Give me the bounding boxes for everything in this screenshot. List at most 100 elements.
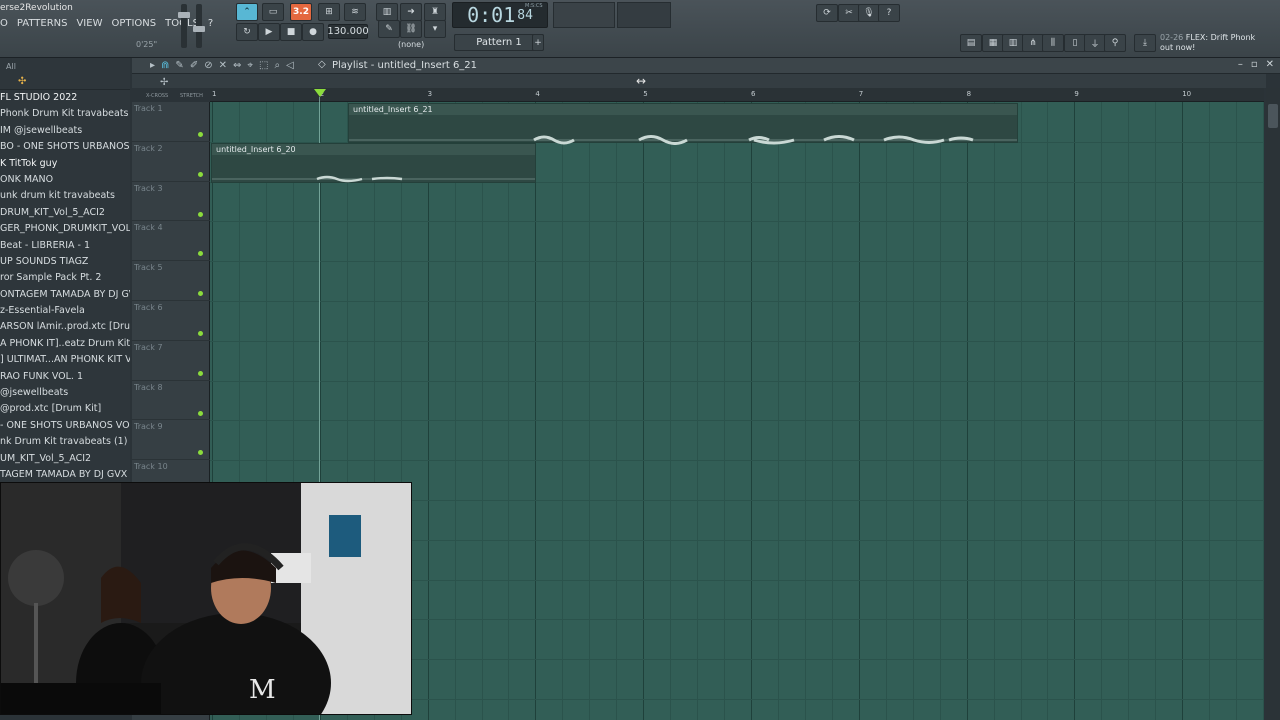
browser-item[interactable]: unk drum kit travabeats bbox=[0, 188, 130, 204]
browser-arrow-icon[interactable]: ✣ bbox=[18, 76, 26, 87]
browser-item[interactable]: @prod.xtc [Drum Kit] bbox=[0, 401, 130, 417]
play-button[interactable]: ▶ bbox=[258, 23, 280, 41]
download-icon[interactable]: ⤓ bbox=[1134, 34, 1156, 52]
mixer-icon[interactable]: ⫼ bbox=[1042, 34, 1064, 52]
maximize-icon[interactable]: ▫ bbox=[1251, 59, 1258, 70]
record-button[interactable]: ● bbox=[302, 23, 324, 41]
timeline-ruler[interactable]: 1 2 3 4 5 6 7 8 9 10 bbox=[210, 88, 1264, 102]
track-header[interactable]: Track 8 bbox=[132, 381, 210, 421]
channel-rack-icon[interactable]: ▦ bbox=[982, 34, 1004, 52]
browser-item[interactable]: z-Essential-Favela bbox=[0, 303, 130, 319]
track-enable-led[interactable] bbox=[198, 410, 203, 416]
browser-item[interactable]: Phonk Drum Kit travabeats (1) bbox=[0, 106, 130, 122]
close-icon[interactable]: ✕ bbox=[1266, 59, 1274, 70]
slip-icon[interactable]: ⇔ bbox=[233, 60, 241, 71]
browser-item[interactable]: nk Drum Kit travabeats (1) bbox=[0, 434, 130, 450]
track-enable-led[interactable] bbox=[198, 211, 203, 217]
piano-keys-icon[interactable]: ▥ bbox=[376, 3, 398, 21]
loop-record-icon[interactable]: ↻ bbox=[236, 23, 258, 41]
slice-icon[interactable]: ⌖ bbox=[247, 60, 253, 71]
cut-tool-icon[interactable]: ✂ bbox=[838, 4, 860, 22]
link-icon[interactable]: ⛓ bbox=[400, 20, 422, 38]
typing-keyboard-icon[interactable]: ≋ bbox=[344, 3, 366, 21]
browser-item[interactable]: ONTAGEM TAMADA BY DJ GVX bbox=[0, 287, 130, 303]
menu-item-help[interactable]: ? bbox=[208, 18, 213, 29]
menu-item-file[interactable]: O bbox=[0, 18, 8, 29]
piano-roll-icon[interactable]: ▥ bbox=[1002, 34, 1024, 52]
browser-item[interactable]: ] ULTIMAT...AN PHONK KIT VOL. 3 bbox=[0, 352, 130, 368]
step-edit-icon[interactable]: ➜ bbox=[400, 3, 422, 21]
pattern-song-mode-icon[interactable]: ⌃ bbox=[236, 3, 258, 21]
browser-item[interactable]: UP SOUNDS TIAGZ bbox=[0, 254, 130, 270]
track-enable-led[interactable] bbox=[198, 370, 203, 376]
browser-filter[interactable]: All bbox=[6, 62, 16, 71]
help-icon[interactable]: ? bbox=[878, 4, 900, 22]
browser-item[interactable]: A PHONK IT]..eatz Drum Kit vol 1 bbox=[0, 336, 130, 352]
mute-icon[interactable]: ✕ bbox=[219, 60, 227, 71]
track-enable-led[interactable] bbox=[198, 132, 203, 137]
undo-history-icon[interactable]: ⟳ bbox=[816, 4, 838, 22]
scrollbar-thumb[interactable] bbox=[1268, 104, 1278, 128]
browser-item[interactable]: Beat - LIBRERIA - 1 bbox=[0, 238, 130, 254]
pattern-add-icon[interactable]: + bbox=[532, 34, 544, 51]
browser-item[interactable]: ror Sample Pack Pt. 2 bbox=[0, 270, 130, 286]
browser-item[interactable]: DRUM_KIT_Vol_5_ACI2 bbox=[0, 205, 130, 221]
paint-icon[interactable]: ✐ bbox=[190, 60, 198, 71]
menu-arrow-icon[interactable]: ▸ bbox=[150, 60, 155, 71]
track-header[interactable]: Track 1 bbox=[132, 102, 210, 142]
minimize-icon[interactable]: – bbox=[1238, 59, 1243, 70]
browser-item[interactable]: IM @jsewellbeats bbox=[0, 123, 130, 139]
track-header[interactable]: Track 7 bbox=[132, 341, 210, 381]
browser-item[interactable]: BO - ONE SHOTS URBANOS VOL. 2 bbox=[0, 139, 130, 155]
menu-item-options[interactable]: OPTIONS bbox=[111, 18, 156, 29]
track-enable-led[interactable] bbox=[198, 171, 203, 177]
tuning-icon[interactable]: ⚲ bbox=[1104, 34, 1126, 52]
browser-item[interactable]: TAGEM TAMADA BY DJ GVX bbox=[0, 467, 130, 483]
playlist-overview[interactable] bbox=[132, 74, 1266, 88]
track-enable-led[interactable] bbox=[198, 291, 203, 297]
browser-item[interactable]: RAO FUNK VOL. 1 bbox=[0, 369, 130, 385]
metronome-bell-icon[interactable]: ♜ bbox=[424, 3, 446, 21]
track-header[interactable]: Track 6 bbox=[132, 301, 210, 341]
tempo-display[interactable]: 130.000 bbox=[327, 24, 369, 39]
track-enable-led[interactable] bbox=[198, 450, 203, 456]
track-header[interactable]: Track 9 bbox=[132, 420, 210, 461]
browser-item[interactable]: - ONE SHOTS URBANOS VOL. 2 bbox=[0, 418, 130, 434]
draw-icon[interactable]: ✎ bbox=[378, 20, 400, 38]
track-enable-led[interactable] bbox=[198, 251, 203, 257]
plugin-icon[interactable]: ⏚ bbox=[1084, 34, 1106, 52]
browser-icon[interactable]: ⋔ bbox=[1022, 34, 1044, 52]
master-pitch-knob[interactable] bbox=[193, 26, 205, 32]
pencil-icon[interactable]: ✎ bbox=[175, 60, 183, 71]
playlist-arrows-icon[interactable]: ◇ bbox=[318, 59, 326, 70]
metronome-icon[interactable]: ⊞ bbox=[318, 3, 340, 21]
zoom-icon[interactable]: ⌕ bbox=[274, 60, 280, 71]
audio-clip[interactable]: untitled_Insert 6_21 bbox=[348, 103, 1018, 145]
track-header[interactable]: Track 3 bbox=[132, 182, 210, 222]
step-counter[interactable]: 3.2 bbox=[290, 3, 312, 21]
zoom-tool-icon[interactable]: ✢ bbox=[160, 77, 168, 88]
audio-clip[interactable]: untitled_Insert 6_20 bbox=[211, 143, 536, 183]
browser-item[interactable]: @jsewellbeats bbox=[0, 385, 130, 401]
vertical-scrollbar[interactable] bbox=[1266, 88, 1280, 720]
playhead-marker[interactable] bbox=[314, 89, 326, 97]
browser-item[interactable]: ONK MANO bbox=[0, 172, 130, 188]
browser-item[interactable]: FL STUDIO 2022 bbox=[0, 90, 130, 106]
track-header[interactable]: Track 5 bbox=[132, 261, 210, 301]
record-mode-icon[interactable]: ▭ bbox=[262, 3, 284, 21]
track-header[interactable]: Track 4 bbox=[132, 221, 210, 262]
master-volume-knob[interactable] bbox=[178, 12, 190, 18]
browser-item[interactable]: UM_KIT_Vol_5_ACI2 bbox=[0, 451, 130, 467]
playlist-window-icon[interactable]: ▤ bbox=[960, 34, 982, 52]
magnet-icon[interactable]: ⋒ bbox=[161, 60, 169, 71]
browser-item[interactable]: ARSON lAmir..prod.xtc [Drum Kit] bbox=[0, 319, 130, 335]
pattern-selector[interactable]: Pattern 1 bbox=[454, 34, 544, 51]
playback-icon[interactable]: ◁ bbox=[286, 60, 294, 71]
master-volume-slider[interactable] bbox=[181, 4, 187, 48]
track-header[interactable]: Track 2 bbox=[132, 142, 210, 182]
delete-icon[interactable]: ⊘ bbox=[204, 60, 212, 71]
track-enable-led[interactable] bbox=[198, 331, 203, 336]
snap-selector[interactable]: (none) bbox=[398, 40, 424, 49]
microphone-icon[interactable]: 🎙 bbox=[858, 4, 880, 22]
news-ticker[interactable]: 02-26 FLEX: Drift Phonk out now! bbox=[1160, 33, 1260, 53]
